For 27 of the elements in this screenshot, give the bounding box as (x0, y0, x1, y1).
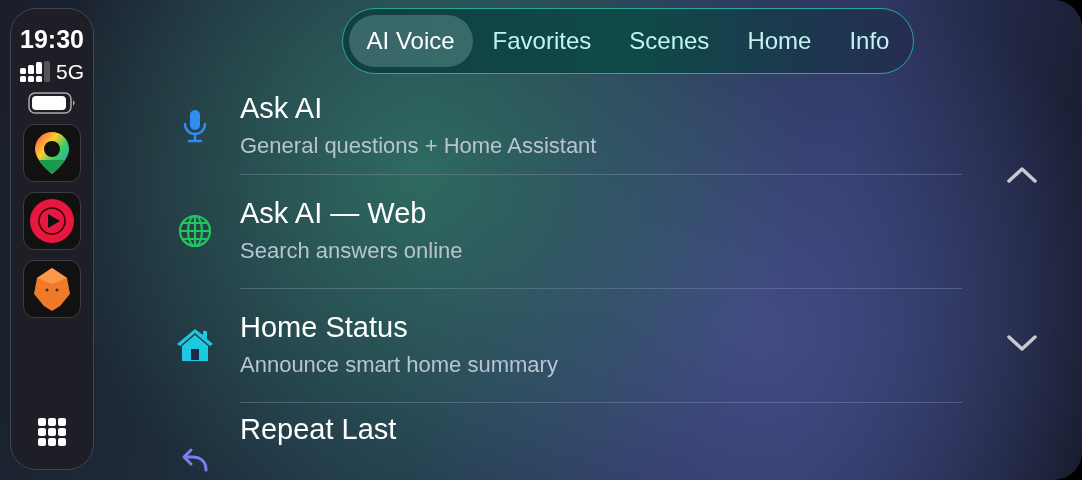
tab[interactable]: Info (831, 15, 908, 67)
item-subtitle: General questions + Home Assistant (240, 133, 598, 159)
network-type: 5G (56, 60, 84, 84)
item-title: Home Status (240, 311, 409, 344)
play-icon (29, 198, 75, 244)
tab[interactable]: Favorites (474, 15, 610, 67)
tab[interactable]: Home (729, 15, 830, 67)
signal-icon (20, 61, 52, 83)
item-title: Ask AI — Web (240, 197, 428, 230)
fox-icon (31, 266, 73, 312)
item-subtitle: Search answers online (240, 238, 464, 264)
app-button[interactable] (23, 124, 81, 182)
item-subtitle: Announce smart home summary (240, 352, 559, 378)
item-title: Repeat Last (240, 413, 398, 446)
list-item[interactable]: Ask AI General questions + Home Assistant (240, 77, 962, 175)
app-button[interactable] (23, 260, 81, 318)
scroll-up-icon[interactable] (1006, 166, 1038, 184)
battery-icon (28, 92, 76, 114)
app-grid-icon[interactable] (37, 417, 67, 447)
scroll-down-icon[interactable] (1006, 334, 1038, 352)
tab[interactable]: Scenes (611, 15, 728, 67)
list-item[interactable]: Home Status Announce smart home summary (240, 287, 962, 403)
item-title: Ask AI (240, 92, 324, 125)
tab[interactable]: AI Voice (348, 15, 473, 67)
clock: 19:30 (20, 27, 84, 52)
list-item[interactable]: Ask AI — Web Search answers online (240, 173, 962, 289)
map-pin-icon (32, 130, 72, 176)
